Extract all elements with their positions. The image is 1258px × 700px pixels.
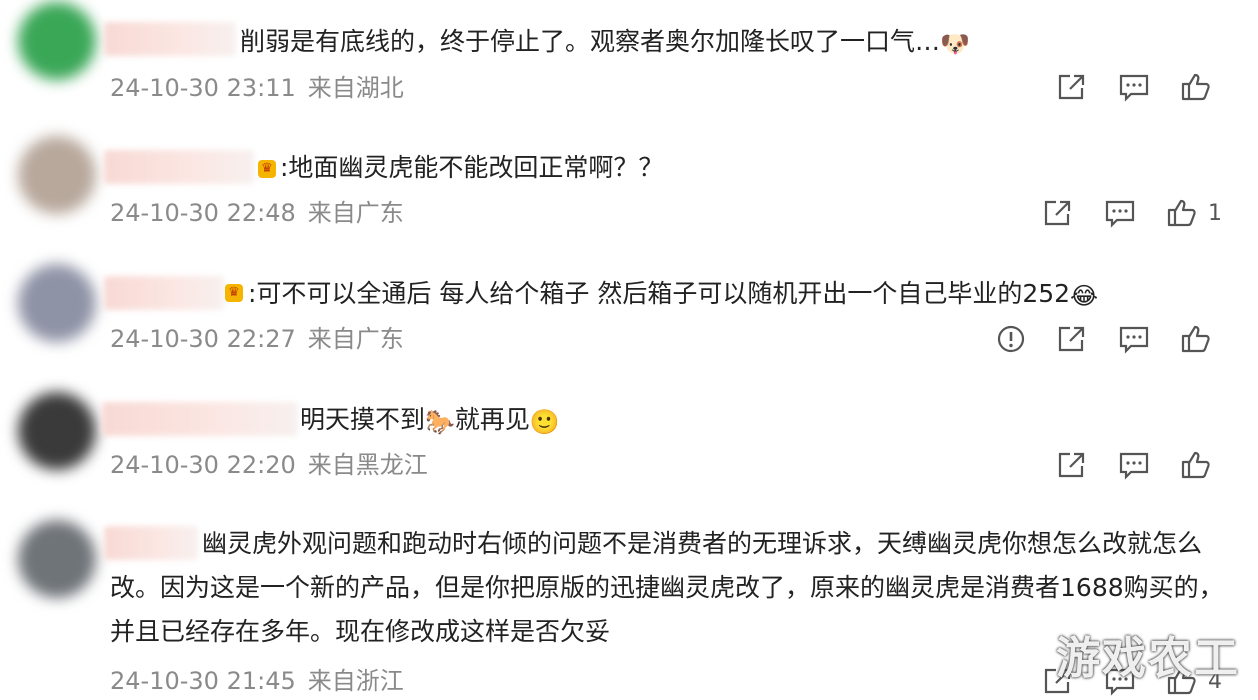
comment-meta: 24-10-30 22:48 来自广东 [110,198,404,228]
timestamp: 24-10-30 22:20 [110,451,296,479]
comment-text: 削弱是有底线的，终于停止了。观察者奥尔加隆长叹了一口气…🐶 [240,27,970,58]
location: 来自广东 [307,199,404,227]
share-button[interactable] [1056,72,1088,102]
comment-text: :可不可以全通后 每人给个箱子 然后箱子可以随机开出一个自己毕业的252😂 [248,279,1099,310]
avatar[interactable] [18,136,96,214]
comment-actions [1056,70,1222,104]
avatar[interactable] [18,392,96,470]
username-redacted[interactable] [104,276,224,310]
like-button[interactable] [1180,324,1222,354]
like-icon [1181,325,1210,353]
location: 来自广东 [307,325,404,353]
vip-badge-icon: ♛ [258,160,276,178]
comment-button[interactable] [1118,450,1150,480]
share-icon [1058,326,1085,352]
report-button[interactable] [996,324,1026,354]
share-icon [1058,74,1085,100]
comment-text: 明天摸不到🐎就再见🙂 [300,405,560,436]
username-redacted[interactable] [104,22,236,56]
share-button[interactable] [1056,450,1088,480]
timestamp: 24-10-30 21:45 [110,667,296,695]
username-redacted[interactable] [104,150,254,184]
avatar[interactable] [18,520,96,598]
comment-icon [1119,326,1149,354]
horse-emoji-icon: 🐎 [425,408,455,436]
timestamp: 24-10-30 22:27 [110,325,296,353]
smile-emoji-icon: 🙂 [529,408,560,436]
comment-actions [996,322,1222,356]
like-button[interactable] [1180,450,1222,480]
comment-actions [1056,448,1222,482]
avatar[interactable] [18,264,96,342]
watermark: 游戏农工 [1056,633,1240,684]
report-icon [997,325,1025,353]
comment-meta: 24-10-30 23:11 来自湖北 [110,73,404,103]
location: 来自黑龙江 [307,451,428,479]
avatar[interactable] [18,2,96,80]
comment-meta: 24-10-30 22:27 来自广东 [110,324,404,354]
like-count: 1 [1208,200,1222,226]
comment-icon [1119,74,1149,102]
share-button[interactable] [1042,198,1074,228]
like-button[interactable]: 1 [1166,198,1222,228]
comment-icon [1119,452,1149,480]
vip-badge-icon: ♛ [225,284,243,302]
doge-emoji-icon: 🐶 [940,30,970,58]
comment-meta: 24-10-30 21:45 来自浙江 [110,666,404,696]
comment-button[interactable] [1104,198,1136,228]
like-icon [1181,451,1210,479]
comment-meta: 24-10-30 22:20 来自黑龙江 [110,450,428,480]
share-icon [1058,452,1085,478]
laugh-cry-emoji-icon: 😂 [1070,282,1099,310]
comment-icon [1105,200,1135,228]
location: 来自湖北 [307,74,404,102]
timestamp: 24-10-30 22:48 [110,199,296,227]
share-icon [1044,200,1071,226]
comment-actions: 1 [1042,196,1222,230]
share-button[interactable] [1056,324,1088,354]
timestamp: 24-10-30 23:11 [110,74,296,102]
like-icon [1167,199,1196,227]
comment-text: :地面幽灵虎能不能改回正常啊？？ [280,153,664,182]
comment-button[interactable] [1118,324,1150,354]
comment-button[interactable] [1118,72,1150,102]
like-button[interactable] [1180,72,1222,102]
location: 来自浙江 [307,667,404,695]
username-redacted[interactable] [102,402,298,436]
like-icon [1181,73,1210,101]
